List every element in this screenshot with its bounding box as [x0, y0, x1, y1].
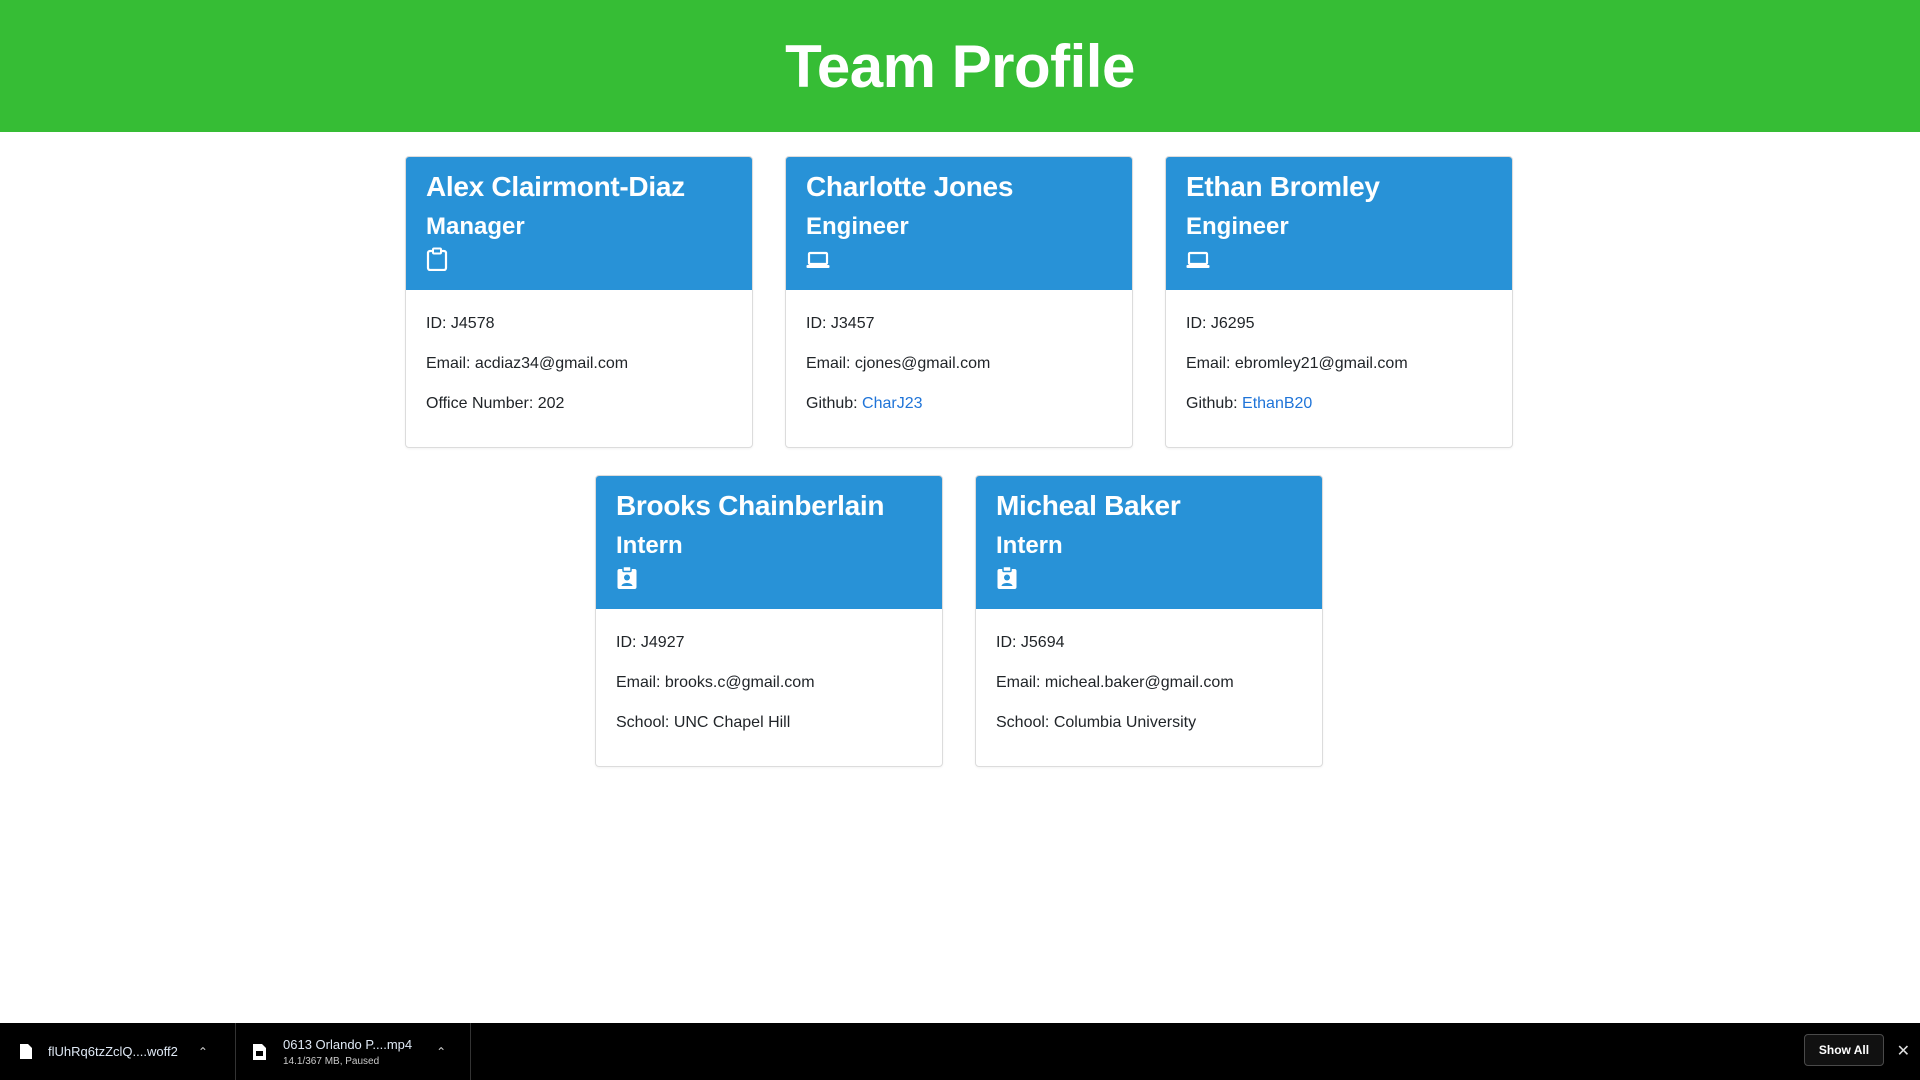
- employee-name: Micheal Baker: [996, 490, 1181, 521]
- employee-email: Email: brooks.c@gmail.com: [616, 674, 815, 691]
- download-status: 14.1/367 MB, Paused: [283, 1055, 380, 1067]
- employee-id: ID: J3457: [806, 315, 875, 332]
- employee-id: ID: J6295: [1186, 315, 1255, 332]
- github-link[interactable]: CharJ23: [862, 395, 922, 412]
- employee-card-engineer: Charlotte Jones Engineer ID: J3457 Email…: [785, 156, 1133, 448]
- page-title: Team Profile: [785, 32, 1135, 100]
- github-info: Github: CharJ23: [806, 394, 1112, 413]
- employee-role: Manager: [426, 213, 525, 240]
- employee-name: Ethan Bromley: [1186, 171, 1380, 202]
- employee-name: Charlotte Jones: [806, 171, 1014, 202]
- download-file-name: 0613 Orlando P....mp4: [283, 1036, 413, 1052]
- school-info: School: UNC Chapel Hill: [616, 714, 791, 731]
- card-header: Ethan Bromley Engineer: [1166, 157, 1512, 290]
- employee-name: Alex Clairmont-Diaz: [426, 171, 685, 202]
- card-body: ID: J3457 Email: cjones@gmail.com Github…: [786, 290, 1132, 413]
- show-all-button[interactable]: Show All: [1804, 1034, 1884, 1066]
- employee-role: Engineer: [806, 213, 909, 240]
- chevron-up-icon[interactable]: ⌃: [198, 1045, 208, 1059]
- employee-email: Email: cjones@gmail.com: [806, 355, 991, 372]
- chevron-up-icon[interactable]: ⌃: [436, 1045, 446, 1059]
- card-body: ID: J4927 Email: brooks.c@gmail.com Scho…: [596, 609, 942, 732]
- user-badge-icon: [616, 565, 638, 590]
- employee-card-intern: Micheal Baker Intern ID: J5694 Email: mi…: [975, 475, 1323, 767]
- card-header: Charlotte Jones Engineer: [786, 157, 1132, 290]
- card-body: ID: J5694 Email: micheal.baker@gmail.com…: [976, 609, 1322, 732]
- page-header: Team Profile: [0, 0, 1920, 132]
- employee-email: Email: ebromley21@gmail.com: [1186, 355, 1408, 372]
- close-icon[interactable]: ✕: [1897, 1041, 1910, 1061]
- employee-name: Brooks Chainberlain: [616, 490, 885, 521]
- card-body: ID: J6295 Email: ebromley21@gmail.com Gi…: [1166, 290, 1512, 413]
- download-bar: flUhRq6tzZclQ....woff2 ⌃ 0613 Orlando P.…: [0, 1023, 1920, 1080]
- file-icon: [20, 1043, 34, 1060]
- download-item[interactable]: flUhRq6tzZclQ....woff2 ⌃: [0, 1023, 236, 1080]
- employee-card-intern: Brooks Chainberlain Intern ID: J4927 Ema…: [595, 475, 943, 767]
- github-link[interactable]: EthanB20: [1242, 395, 1312, 412]
- download-file-name: flUhRq6tzZclQ....woff2: [48, 1044, 178, 1059]
- clipboard-icon: [426, 247, 448, 272]
- card-body: ID: J4578 Email: acdiaz34@gmail.com Offi…: [406, 290, 752, 413]
- employee-id: ID: J4578: [426, 315, 495, 332]
- employee-id: ID: J5694: [996, 634, 1065, 651]
- video-file-icon: [253, 1043, 267, 1060]
- employee-role: Intern: [616, 532, 683, 559]
- download-details: 0613 Orlando P....mp4 14.1/367 MB, Pause…: [283, 1037, 412, 1067]
- employee-email: Email: acdiaz34@gmail.com: [426, 355, 629, 372]
- employee-card-engineer: Ethan Bromley Engineer ID: J6295 Email: …: [1165, 156, 1513, 448]
- github-info: Github: EthanB20: [1186, 394, 1492, 413]
- github-label: Github:: [1186, 395, 1243, 412]
- download-item[interactable]: 0613 Orlando P....mp4 14.1/367 MB, Pause…: [237, 1023, 471, 1080]
- card-header: Micheal Baker Intern: [976, 476, 1322, 609]
- employee-role: Intern: [996, 532, 1063, 559]
- user-badge-icon: [996, 565, 1018, 590]
- employee-id: ID: J4927: [616, 634, 685, 651]
- school-info: School: Columbia University: [996, 714, 1197, 731]
- card-header: Alex Clairmont-Diaz Manager: [406, 157, 752, 290]
- laptop-icon: [806, 247, 830, 271]
- employee-email: Email: micheal.baker@gmail.com: [996, 674, 1234, 691]
- laptop-icon: [1186, 247, 1210, 271]
- employee-card-manager: Alex Clairmont-Diaz Manager ID: J4578 Em…: [405, 156, 753, 448]
- card-header: Brooks Chainberlain Intern: [596, 476, 942, 609]
- github-label: Github:: [806, 395, 863, 412]
- employee-role: Engineer: [1186, 213, 1289, 240]
- office-number: Office Number: 202: [426, 395, 565, 412]
